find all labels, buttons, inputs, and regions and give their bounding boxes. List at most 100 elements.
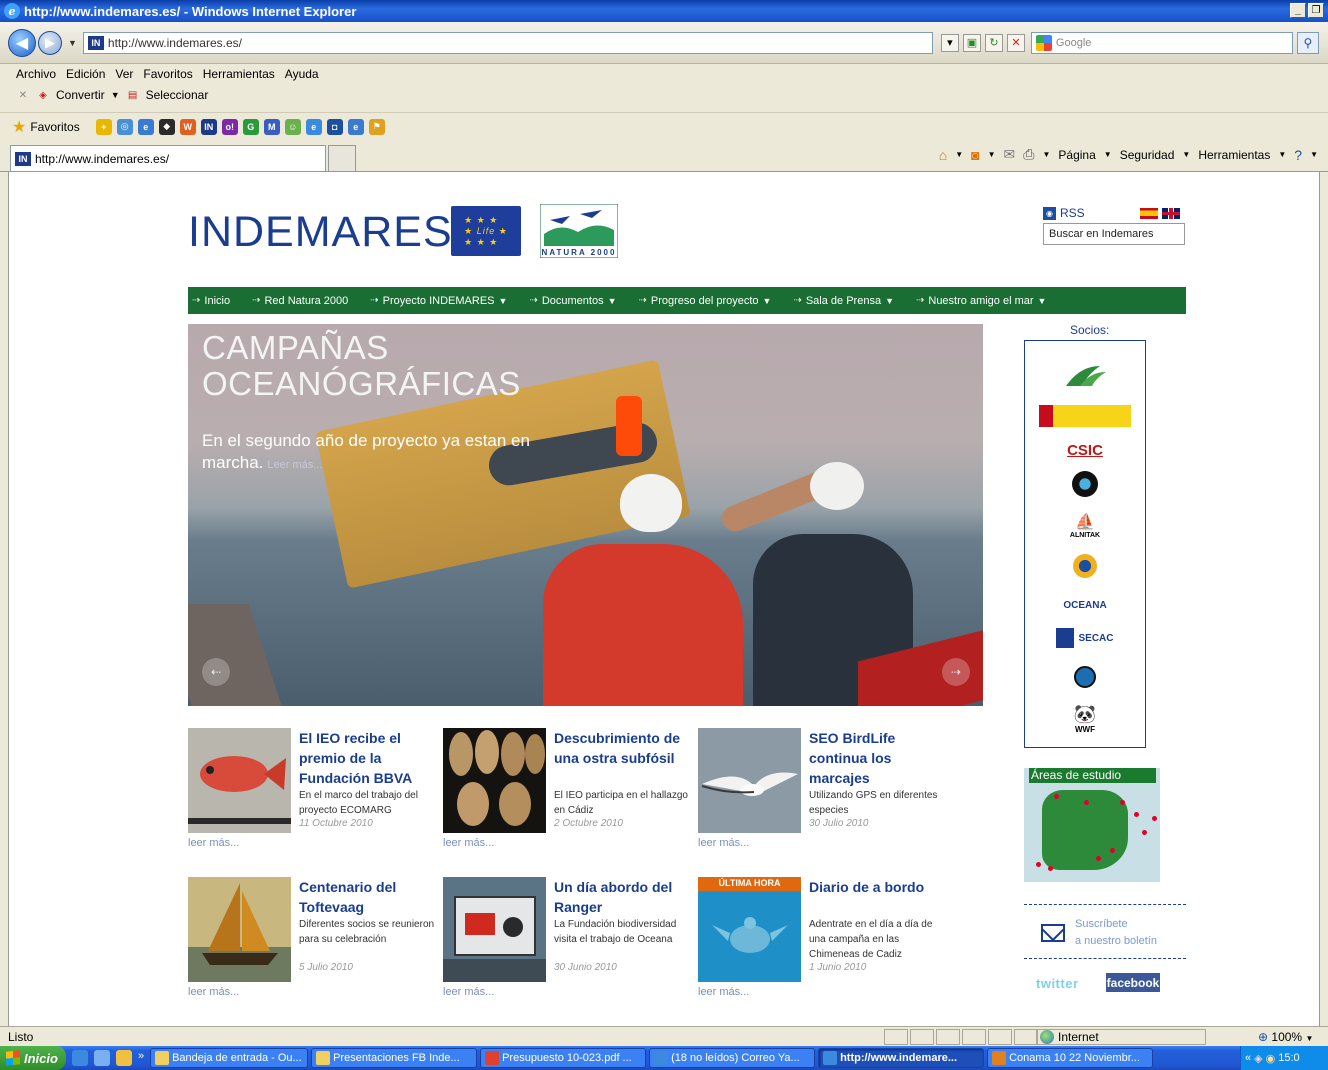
news-title[interactable]: Centenario del Toftevaag bbox=[299, 877, 439, 917]
forward-button[interactable]: ▶ bbox=[38, 30, 62, 55]
spanish-flag-icon[interactable] bbox=[1140, 208, 1158, 219]
fav-link-icon[interactable]: ◎ bbox=[116, 118, 133, 135]
news-read-more[interactable]: leer más... bbox=[443, 986, 494, 998]
uk-flag-icon[interactable] bbox=[1162, 208, 1180, 219]
fav-link-icon[interactable]: e bbox=[137, 118, 154, 135]
ie-quicklaunch-icon[interactable] bbox=[71, 1050, 88, 1066]
socio-ieo-logo[interactable] bbox=[1025, 469, 1145, 499]
hero-slideshow[interactable]: CAMPAÑAS OCEANÓGRÁFICAS En el segundo añ… bbox=[188, 324, 983, 706]
socio-csic-logo[interactable]: CSIC bbox=[1025, 439, 1145, 461]
tray-expand-icon[interactable]: « bbox=[1245, 1052, 1251, 1064]
taskbar-button-yahoo[interactable]: (18 no leídos) Correo Ya... bbox=[649, 1048, 816, 1068]
slide-prev-icon[interactable]: ⇠ bbox=[202, 658, 230, 686]
news-title[interactable]: Diario de a bordo bbox=[809, 877, 949, 897]
socio-secac-logo[interactable]: SECAC bbox=[1025, 625, 1145, 651]
menu-herramientas[interactable]: Herramientas bbox=[203, 67, 275, 81]
zoom-control[interactable]: ⊕ 100% ▼ bbox=[1258, 1030, 1313, 1044]
site-logo[interactable]: INDEMARES bbox=[188, 208, 453, 257]
news-title[interactable]: Un día abordo del Ranger bbox=[554, 877, 694, 917]
new-tab-button[interactable] bbox=[328, 145, 356, 171]
site-search-input[interactable] bbox=[1043, 223, 1185, 245]
rss-link[interactable]: ◉ RSS bbox=[1043, 206, 1085, 220]
feeds-dropdown-icon[interactable]: ▼ bbox=[988, 150, 996, 159]
taskbar-button-conama[interactable]: Conama 10 22 Noviembr... bbox=[987, 1048, 1154, 1068]
help-icon[interactable]: ? bbox=[1294, 147, 1302, 163]
nav-proyecto[interactable]: ⇢ Proyecto INDEMARES ▼ bbox=[370, 295, 507, 307]
tools-menu[interactable]: Herramientas bbox=[1198, 148, 1270, 162]
print-icon[interactable]: ⎙ bbox=[1023, 146, 1034, 163]
taskbar-button-presentaciones[interactable]: Presentaciones FB Inde... bbox=[311, 1048, 478, 1068]
fav-link-icon[interactable]: ◘ bbox=[326, 118, 343, 135]
tools-dropdown-icon[interactable]: ▼ bbox=[1278, 150, 1286, 159]
fav-link-icon[interactable]: IN bbox=[200, 118, 217, 135]
menu-archivo[interactable]: Archivo bbox=[16, 67, 56, 81]
home-dropdown-icon[interactable]: ▼ bbox=[955, 150, 963, 159]
nav-amigo-mar[interactable]: ⇢ Nuestro amigo el mar ▼ bbox=[916, 295, 1046, 307]
stop-icon[interactable]: ✕ bbox=[1006, 33, 1025, 52]
newsletter-link[interactable]: Suscríbete a nuestro boletín bbox=[1041, 916, 1157, 950]
address-dropdown-icon[interactable]: ▾ bbox=[940, 33, 959, 52]
fav-link-icon[interactable]: e bbox=[305, 118, 322, 135]
socio-fundacion-biodiversidad-logo[interactable] bbox=[1025, 359, 1145, 393]
security-zone[interactable]: Internet bbox=[1036, 1029, 1206, 1045]
refresh-icon[interactable]: ↻ bbox=[984, 33, 1003, 52]
convert-dropdown-icon[interactable]: ▼ bbox=[111, 90, 120, 100]
help-dropdown-icon[interactable]: ▼ bbox=[1310, 150, 1318, 159]
minimize-button[interactable]: _ bbox=[1290, 3, 1306, 18]
search-go-icon[interactable]: ⚲ bbox=[1296, 31, 1319, 54]
news-title[interactable]: SEO BirdLife continua los marcajes bbox=[809, 728, 949, 788]
news-read-more[interactable]: leer más... bbox=[443, 837, 494, 849]
news-thumb-albatross[interactable] bbox=[698, 728, 801, 833]
feeds-icon[interactable]: ◙ bbox=[971, 147, 979, 163]
nav-progreso[interactable]: ⇢ Progreso del proyecto ▼ bbox=[639, 295, 772, 307]
taskbar-button-indemares[interactable]: http://www.indemare... bbox=[818, 1048, 985, 1068]
socio-gobierno-espana-logo[interactable] bbox=[1025, 403, 1145, 429]
close-toolbar-icon[interactable]: ✕ bbox=[16, 88, 30, 102]
area-marker-icon[interactable] bbox=[1036, 862, 1041, 867]
area-marker-icon[interactable] bbox=[1110, 848, 1115, 853]
news-thumb-turtle[interactable] bbox=[698, 877, 801, 982]
areas-de-estudio-map[interactable]: Áreas de estudio bbox=[1024, 768, 1160, 882]
area-marker-icon[interactable] bbox=[1142, 830, 1147, 835]
hero-read-more[interactable]: Leer más... bbox=[267, 459, 322, 471]
security-dropdown-icon[interactable]: ▼ bbox=[1182, 150, 1190, 159]
taskbar-button-outlook[interactable]: Bandeja de entrada - Ou... bbox=[150, 1048, 309, 1068]
news-read-more[interactable]: leer más... bbox=[698, 986, 749, 998]
news-title[interactable]: El IEO recibe el premio de la Fundación … bbox=[299, 728, 439, 788]
mail-icon[interactable]: ✉ bbox=[1004, 146, 1016, 163]
fav-link-icon[interactable]: ☺ bbox=[284, 118, 301, 135]
security-menu[interactable]: Seguridad bbox=[1120, 148, 1175, 162]
socio-wwf-logo[interactable]: 🐼 WWF bbox=[1025, 701, 1145, 737]
fav-link-icon[interactable]: e bbox=[347, 118, 364, 135]
socio-cemma-logo[interactable] bbox=[1025, 551, 1145, 581]
search-input[interactable]: Google bbox=[1030, 31, 1293, 54]
start-button[interactable]: Inicio bbox=[0, 1046, 66, 1070]
page-dropdown-icon[interactable]: ▼ bbox=[1104, 150, 1112, 159]
select-button[interactable]: Seleccionar bbox=[146, 88, 209, 102]
tray-security-icon[interactable]: ◈ bbox=[1254, 1052, 1262, 1065]
area-marker-icon[interactable] bbox=[1134, 812, 1139, 817]
menu-favoritos[interactable]: Favoritos bbox=[143, 67, 192, 81]
history-dropdown-icon[interactable]: ▼ bbox=[68, 38, 77, 48]
area-marker-icon[interactable] bbox=[1096, 856, 1101, 861]
add-favorite-icon[interactable]: + bbox=[95, 118, 112, 135]
news-thumb-sailboat[interactable] bbox=[188, 877, 291, 982]
socio-oceana-logo[interactable]: OCEANA bbox=[1025, 593, 1145, 617]
facebook-link[interactable]: facebook bbox=[1106, 973, 1160, 992]
area-marker-icon[interactable] bbox=[1084, 800, 1089, 805]
print-dropdown-icon[interactable]: ▼ bbox=[1042, 150, 1050, 159]
fav-link-icon[interactable]: G bbox=[242, 118, 259, 135]
news-thumb-fish[interactable] bbox=[188, 728, 291, 833]
fav-link-icon[interactable]: W bbox=[179, 118, 196, 135]
area-marker-icon[interactable] bbox=[1048, 866, 1053, 871]
favorites-button[interactable]: Favoritos bbox=[30, 120, 79, 134]
news-thumb-ranger[interactable] bbox=[443, 877, 546, 982]
back-button[interactable]: ◀ bbox=[8, 28, 36, 57]
folder-quicklaunch-icon[interactable] bbox=[115, 1050, 132, 1066]
socio-seo-birdlife-logo[interactable] bbox=[1025, 661, 1145, 693]
news-read-more[interactable]: leer más... bbox=[188, 837, 239, 849]
nav-sala-prensa[interactable]: ⇢ Sala de Prensa ▼ bbox=[793, 295, 894, 307]
socio-alnitak-logo[interactable]: ⛵ ALNITAK bbox=[1025, 509, 1145, 541]
tray-app-icon[interactable]: ◉ bbox=[1266, 1052, 1276, 1065]
news-thumb-oyster[interactable] bbox=[443, 728, 546, 833]
